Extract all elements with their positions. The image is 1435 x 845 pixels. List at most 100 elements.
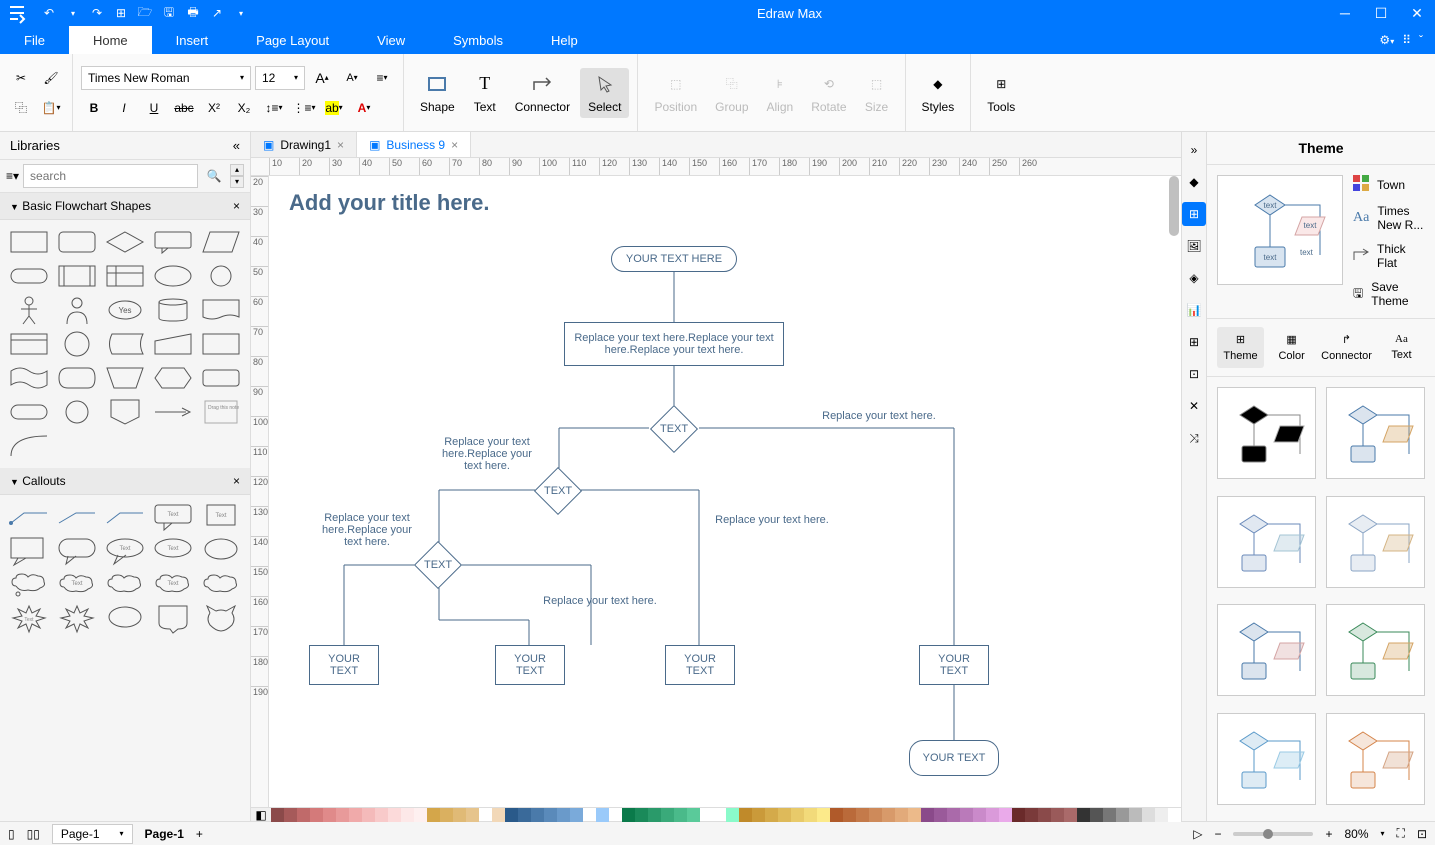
shape-circle[interactable] [200, 262, 242, 290]
color-swatch[interactable] [856, 808, 869, 822]
section-close-icon-2[interactable]: × [233, 474, 240, 488]
shape-pill[interactable] [8, 398, 50, 426]
layout-icon[interactable]: ⊡ [1182, 362, 1206, 386]
callout-cloud4[interactable]: Text [152, 571, 194, 599]
callout-burst2[interactable] [56, 605, 98, 633]
color-swatch[interactable] [999, 808, 1012, 822]
fill-icon[interactable]: ◆ [1182, 170, 1206, 194]
bold-icon[interactable]: B [81, 95, 107, 121]
color-swatch[interactable] [349, 808, 362, 822]
group-button[interactable]: ⿻Group [707, 68, 756, 118]
doc-tab-drawing1[interactable]: ▣ Drawing1 × [251, 132, 357, 157]
shape-tape[interactable] [8, 364, 50, 392]
color-swatch[interactable] [1103, 808, 1116, 822]
collapse-ribbon-icon[interactable]: ˇ [1419, 33, 1423, 47]
connector-button[interactable]: Connector [507, 68, 578, 118]
zoom-in-icon[interactable]: + [1325, 827, 1332, 841]
callout-cloud5[interactable] [200, 571, 242, 599]
increase-font-icon[interactable]: A▴ [309, 65, 335, 91]
position-button[interactable]: ⬚Position [646, 68, 705, 118]
shape-yes[interactable]: Yes [104, 296, 146, 324]
shape-stored[interactable] [104, 330, 146, 358]
image-icon[interactable]: 🖼 [1182, 234, 1206, 258]
color-swatch[interactable] [700, 808, 713, 822]
theme-color-scheme[interactable]: Town [1353, 175, 1425, 194]
shape-rounded[interactable] [56, 228, 98, 256]
shape-arrow[interactable] [152, 398, 194, 426]
callout-cloud3[interactable] [104, 571, 146, 599]
color-swatch[interactable] [661, 808, 674, 822]
color-swatch[interactable] [674, 808, 687, 822]
align-button[interactable]: ⊧Align [759, 68, 802, 118]
shape-document[interactable] [200, 296, 242, 324]
layout-view-icon[interactable]: ▯ [8, 827, 15, 841]
shape-actor[interactable] [8, 296, 50, 324]
add-page-icon[interactable]: + [196, 827, 203, 841]
color-swatch[interactable] [284, 808, 297, 822]
color-swatch[interactable] [817, 808, 830, 822]
color-swatch[interactable] [1155, 808, 1168, 822]
tab-view[interactable]: View [353, 26, 429, 54]
color-swatch[interactable] [1090, 808, 1103, 822]
shape-database[interactable] [152, 296, 194, 324]
expand-right-icon[interactable]: » [1182, 138, 1206, 162]
theme-thumbnail[interactable] [1217, 604, 1316, 696]
callout-oval3[interactable] [200, 537, 242, 565]
color-swatch[interactable] [726, 808, 739, 822]
shape-predefined[interactable] [56, 262, 98, 290]
callout-line1[interactable] [8, 503, 50, 531]
redo-icon[interactable]: ↷ [86, 2, 108, 24]
color-swatch[interactable] [310, 808, 323, 822]
tab-page-layout[interactable]: Page Layout [232, 26, 353, 54]
tools-button[interactable]: ⊞Tools [979, 68, 1023, 118]
superscript-icon[interactable]: X² [201, 95, 227, 121]
color-swatch[interactable] [960, 808, 973, 822]
shape-delay[interactable] [200, 364, 242, 392]
section-callouts[interactable]: ▼ Callouts × [0, 468, 250, 495]
shape-note[interactable]: Drag this note [200, 398, 242, 426]
tab-insert[interactable]: Insert [152, 26, 233, 54]
color-swatch[interactable] [323, 808, 336, 822]
callout-line3[interactable] [104, 503, 146, 531]
theme-thumbnail[interactable] [1217, 713, 1316, 805]
color-swatch[interactable] [362, 808, 375, 822]
shape-terminator[interactable] [8, 262, 50, 290]
color-swatch[interactable] [336, 808, 349, 822]
close-tab-icon[interactable]: × [451, 138, 458, 152]
color-swatch[interactable] [778, 808, 791, 822]
collapse-left-icon[interactable]: « [233, 138, 240, 153]
fc-end[interactable]: YOUR TEXT [909, 740, 999, 776]
color-swatch[interactable] [869, 808, 882, 822]
callout-cat[interactable] [200, 605, 242, 633]
color-swatch[interactable] [804, 808, 817, 822]
color-swatch[interactable] [622, 808, 635, 822]
tab-file[interactable]: File [0, 26, 69, 54]
color-swatch[interactable] [492, 808, 505, 822]
shape-process[interactable] [8, 228, 50, 256]
color-swatch[interactable] [583, 808, 596, 822]
callout-cloud2[interactable]: Text [56, 571, 98, 599]
color-swatch[interactable] [843, 808, 856, 822]
shape-prep[interactable] [152, 364, 194, 392]
zoom-slider[interactable] [1233, 832, 1313, 836]
theme-thumbnail[interactable] [1326, 496, 1425, 588]
scrollbar[interactable] [1169, 176, 1179, 236]
fc-box1[interactable]: YOUR TEXT [309, 645, 379, 685]
shape-button[interactable]: Shape [412, 68, 463, 118]
search-input[interactable] [23, 164, 198, 188]
fc-process1[interactable]: Replace your text here.Replace your text… [564, 322, 784, 366]
zoom-out-icon[interactable]: − [1214, 827, 1221, 841]
color-swatch[interactable] [271, 808, 284, 822]
color-swatch[interactable] [609, 808, 622, 822]
rotate-button[interactable]: ⟲Rotate [803, 68, 854, 118]
color-swatch[interactable] [921, 808, 934, 822]
underline-icon[interactable]: U [141, 95, 167, 121]
color-swatch[interactable] [1025, 808, 1038, 822]
color-swatch[interactable] [1064, 808, 1077, 822]
shape-connector[interactable] [56, 398, 98, 426]
callout-cloud1[interactable] [8, 571, 50, 599]
search-icon[interactable]: 🔍 [202, 164, 226, 188]
color-swatch[interactable] [791, 808, 804, 822]
theme-thumbnail[interactable] [1326, 713, 1425, 805]
color-swatch[interactable] [531, 808, 544, 822]
